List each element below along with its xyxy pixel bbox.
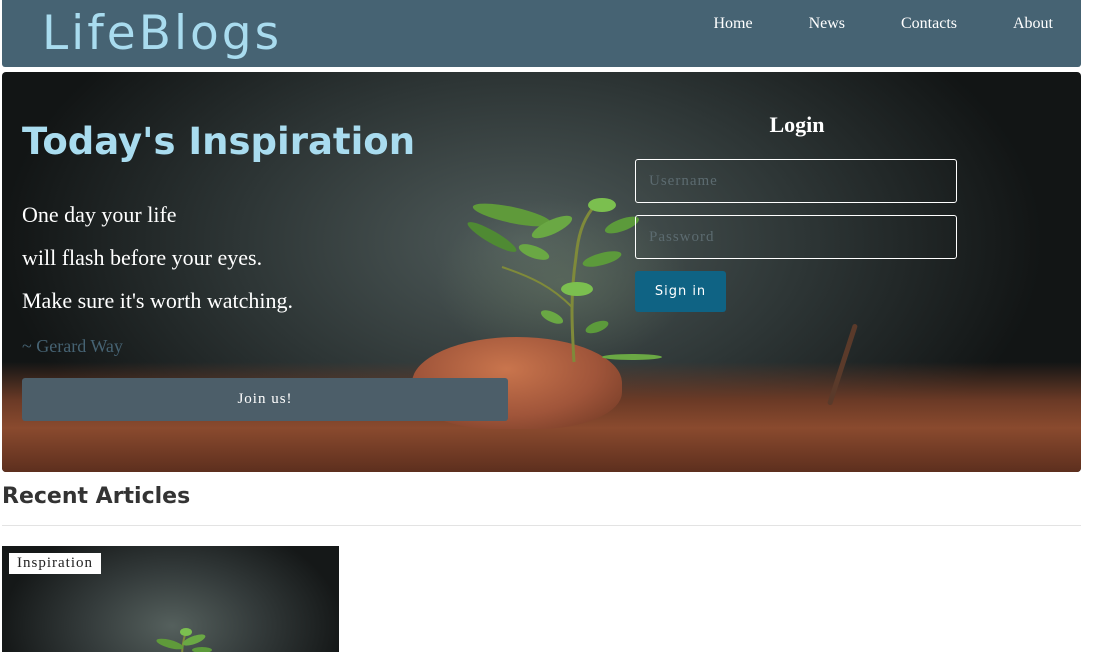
login-title: Login (769, 112, 825, 137)
hero-title: Today's Inspiration (22, 120, 416, 163)
nav-news[interactable]: News (753, 15, 845, 33)
nav-home[interactable]: Home (657, 15, 752, 33)
card-sprout-image (156, 628, 212, 652)
nav-about[interactable]: About (957, 15, 1053, 33)
site-logo[interactable]: LifeBlogs (42, 6, 282, 61)
article-card[interactable]: Inspiration (2, 546, 339, 652)
hero-banner: Today's Inspiration One day your life wi… (2, 72, 1081, 472)
quote-line-3: Make sure it's worth watching. (22, 288, 293, 313)
username-input[interactable] (635, 159, 957, 203)
nav-contacts[interactable]: Contacts (845, 15, 957, 33)
recent-articles-heading: Recent Articles (2, 484, 191, 509)
quote-author: ~ Gerard Way (22, 336, 123, 356)
site-header: LifeBlogs Home News Contacts About (2, 0, 1081, 67)
main-nav: Home News Contacts About (657, 15, 1053, 33)
section-divider (2, 525, 1081, 526)
quote-line-2: will flash before your eyes. (22, 245, 263, 270)
sign-in-button[interactable]: Sign in (635, 271, 726, 312)
password-input[interactable] (635, 215, 957, 259)
join-us-button[interactable]: Join us! (22, 378, 508, 421)
quote-line-1: One day your life (22, 202, 177, 227)
article-tag[interactable]: Inspiration (9, 553, 101, 574)
